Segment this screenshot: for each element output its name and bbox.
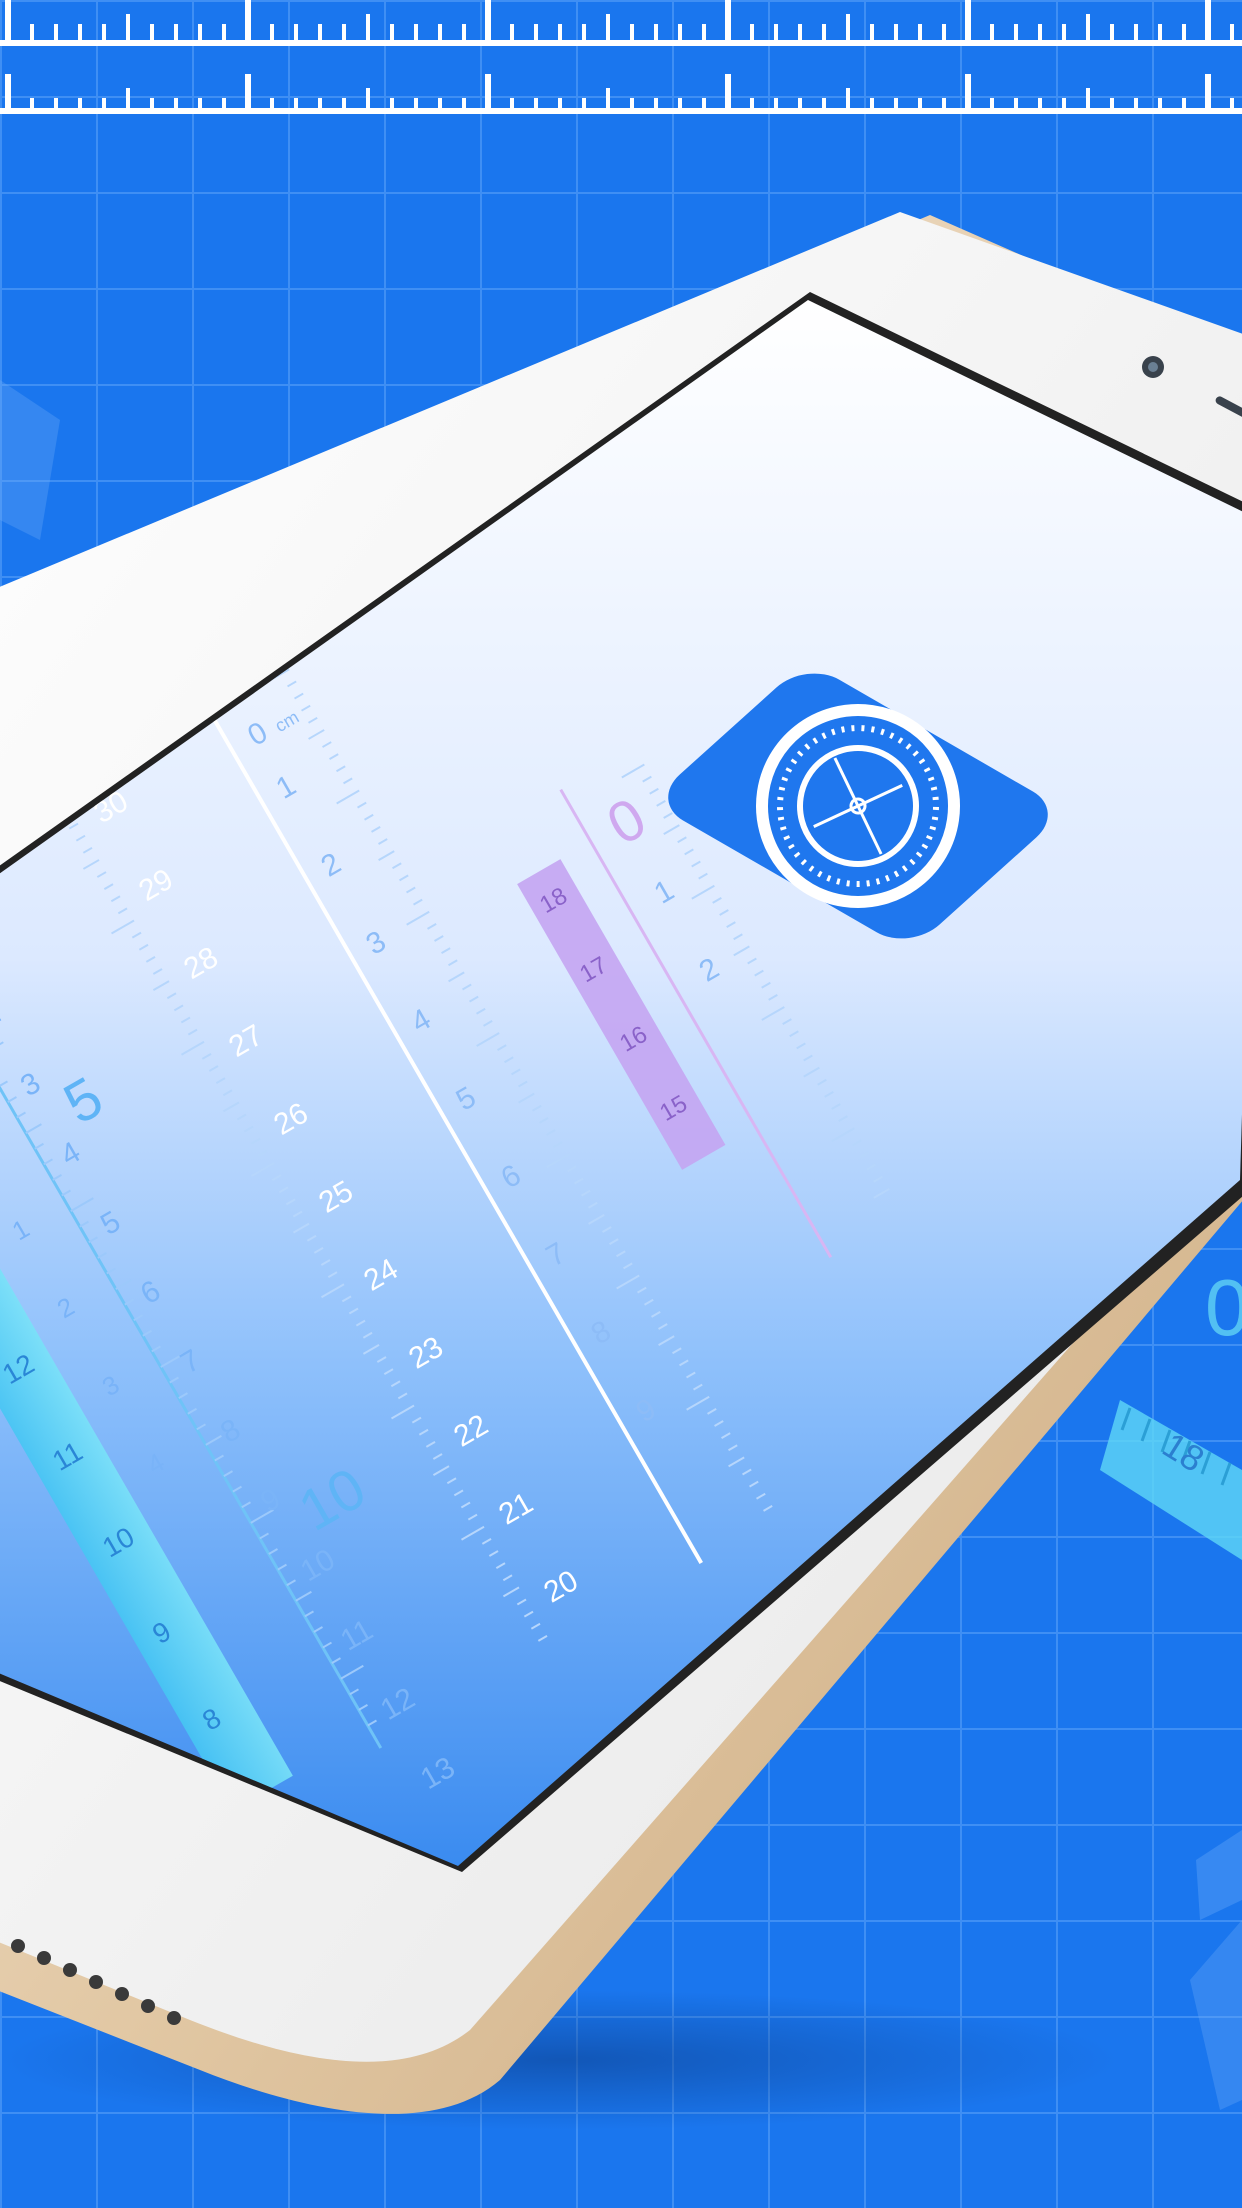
- floating-zero-glyph: 0: [1205, 1263, 1242, 1352]
- promo-scene: 18 0 12111098 1234 345678910111213 5 10 …: [0, 0, 1242, 2208]
